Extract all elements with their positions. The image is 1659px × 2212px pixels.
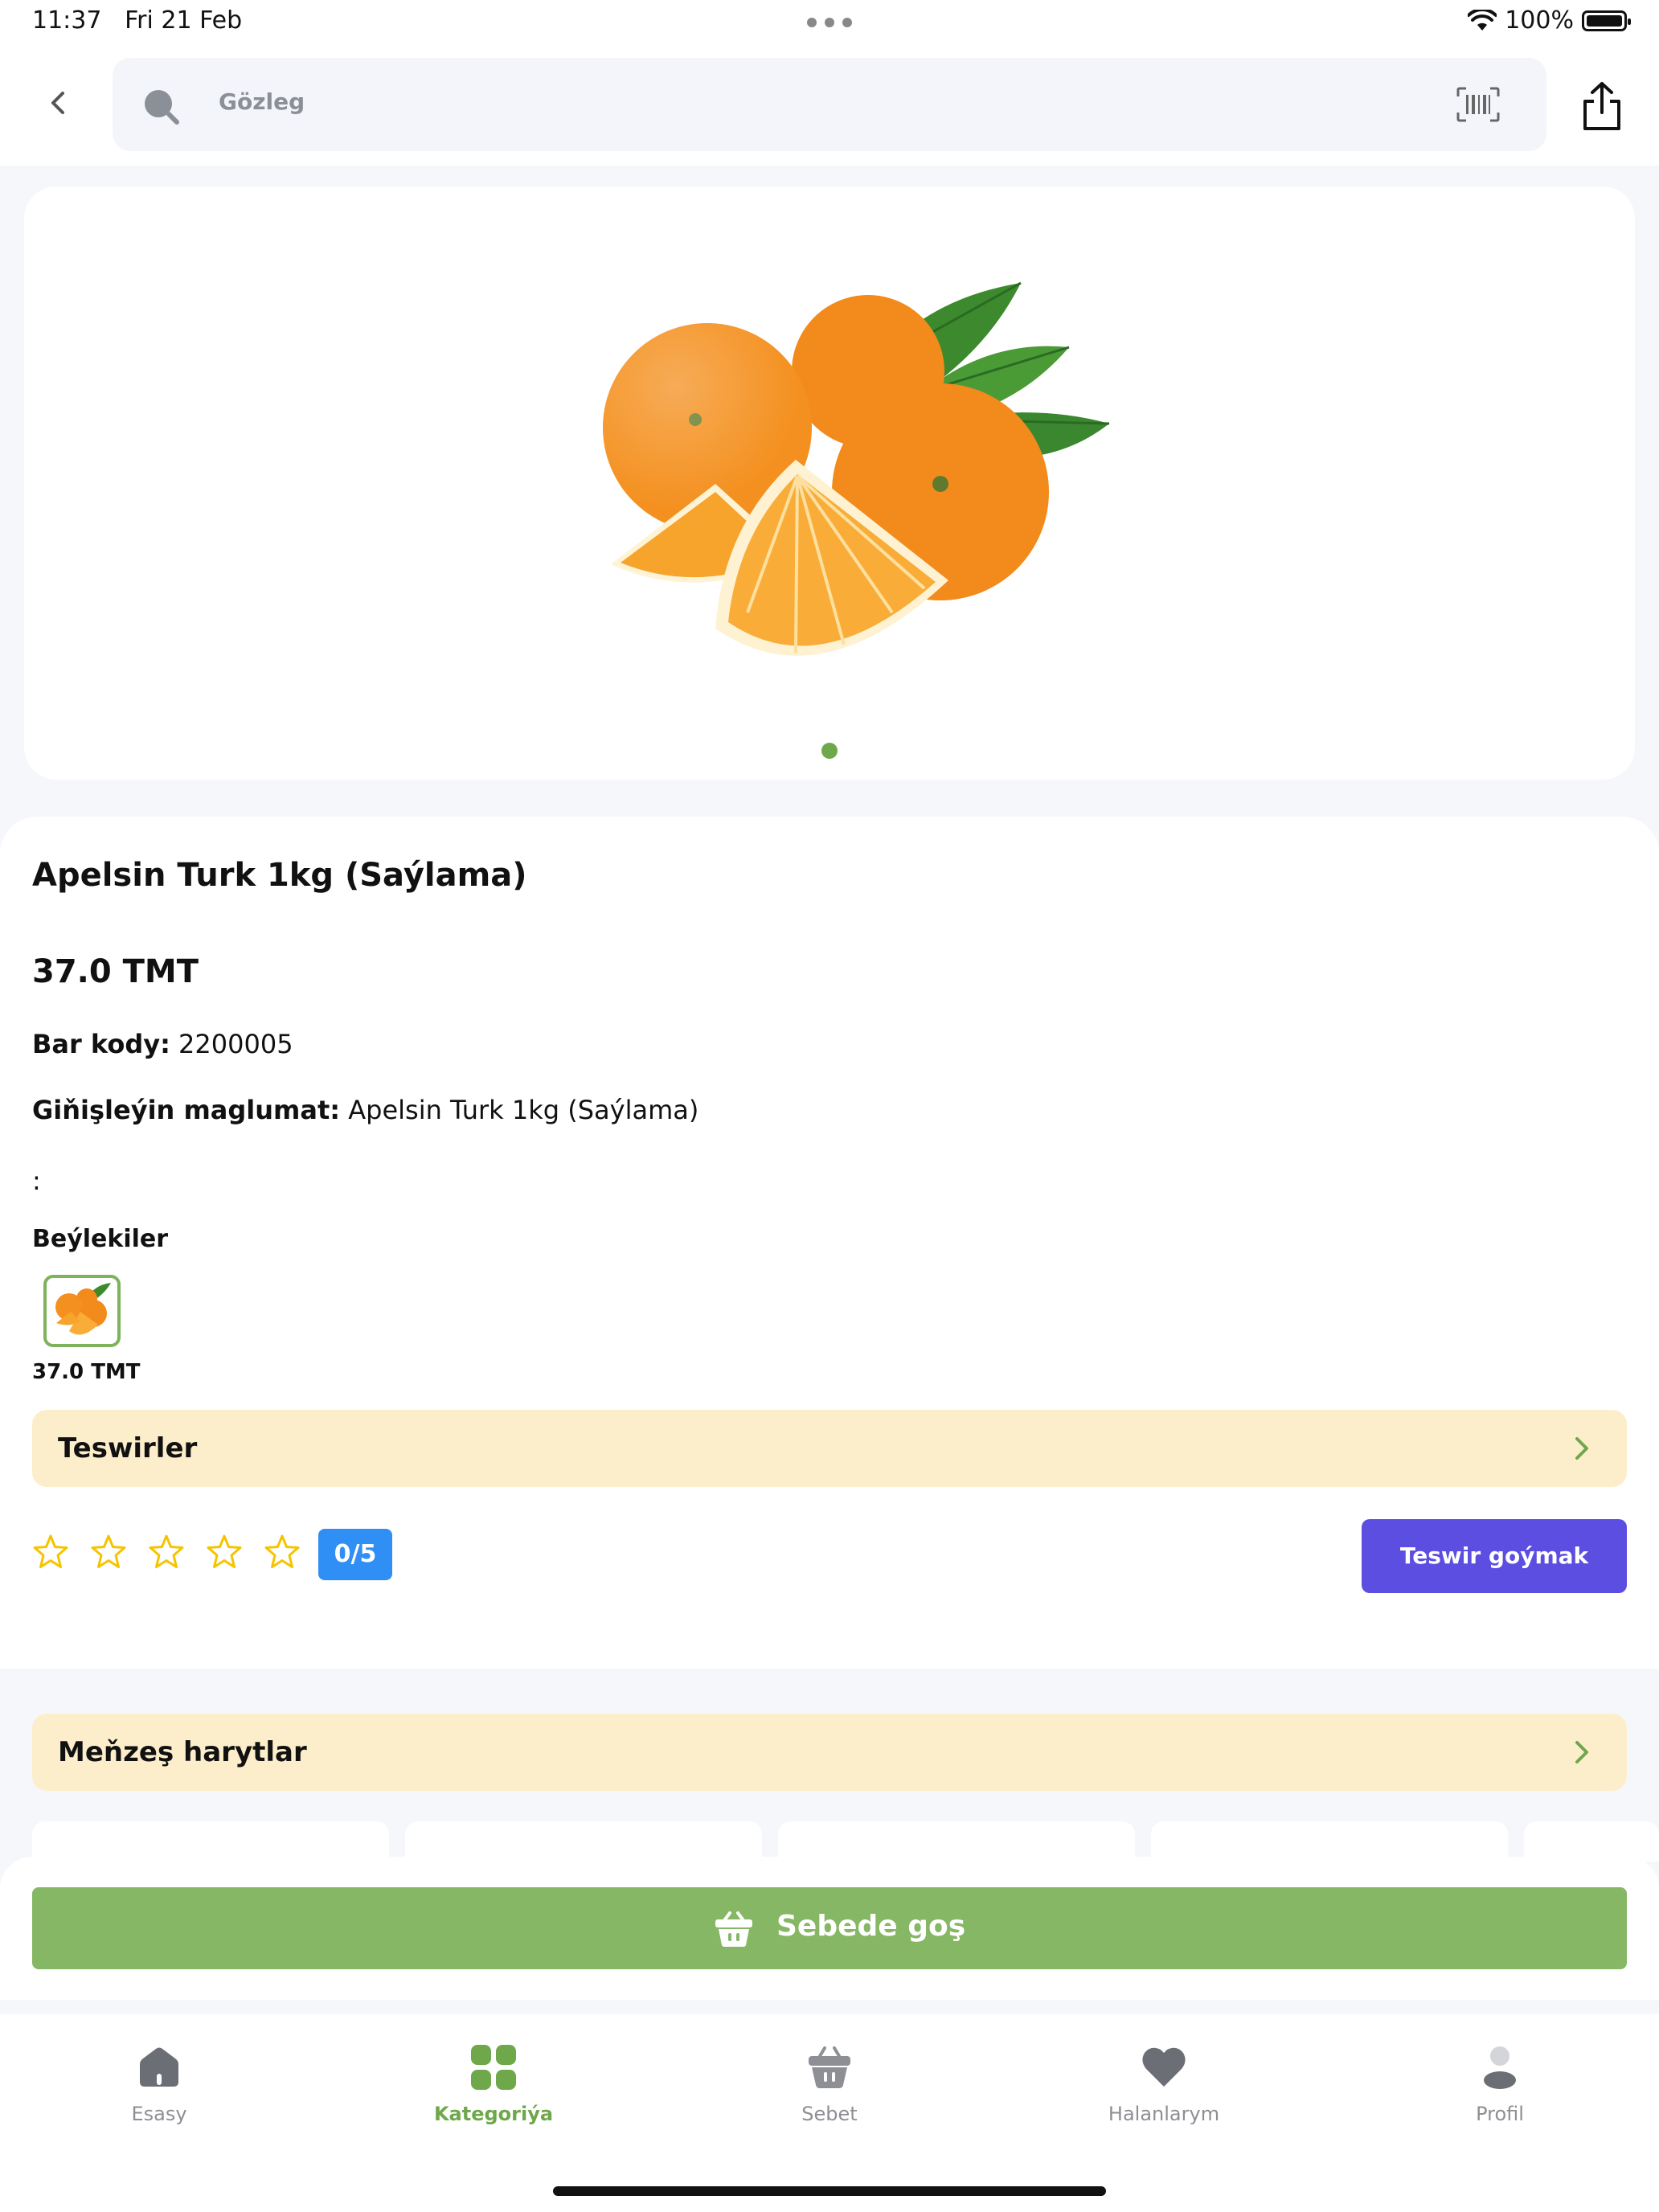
star-icon[interactable] xyxy=(206,1534,243,1571)
tab-profile-label: Profil xyxy=(1476,2103,1524,2125)
battery-percent: 100% xyxy=(1505,6,1574,35)
barcode-row: Bar kody: 2200005 xyxy=(32,1029,293,1059)
product-image xyxy=(603,281,1110,656)
tab-cart[interactable]: Sebet xyxy=(733,2043,926,2140)
barcode-label: Bar kody: xyxy=(32,1029,170,1059)
similar-section-bar[interactable]: Meňzeş harytlar xyxy=(32,1714,1627,1791)
bottom-tab-bar: Esasy Kategoriýa Sebet Halanlarym Profil xyxy=(0,2014,1659,2212)
profile-icon xyxy=(1484,2046,1516,2089)
search-bar[interactable]: Gözleg xyxy=(113,58,1546,151)
tab-category[interactable]: Kategoriýa xyxy=(397,2043,590,2140)
star-icon[interactable] xyxy=(32,1534,69,1571)
chevron-right-icon xyxy=(1575,1741,1588,1763)
search-input[interactable]: Gözleg xyxy=(219,88,305,115)
add-to-cart-button[interactable]: Sebede goş xyxy=(32,1887,1627,1969)
product-info-panel: Apelsin Turk 1kg (Saýlama) 37.0 TMT Bar … xyxy=(0,817,1659,1669)
variants-label: Beýlekiler xyxy=(32,1225,169,1253)
tab-home[interactable]: Esasy xyxy=(63,2043,256,2140)
details-label: Giňişleýin maglumat: xyxy=(32,1095,341,1125)
add-to-cart-panel: Sebede goş xyxy=(0,1857,1659,2000)
details-value: Apelsin Turk 1kg (Saýlama) xyxy=(348,1095,699,1125)
similar-product-card[interactable] xyxy=(1524,1821,1659,1862)
product-title: Apelsin Turk 1kg (Saýlama) xyxy=(32,857,527,894)
star-icon[interactable] xyxy=(90,1534,127,1571)
similar-product-card[interactable] xyxy=(32,1821,389,1862)
battery-icon xyxy=(1582,10,1631,31)
product-price: 37.0 TMT xyxy=(32,953,199,990)
add-review-button[interactable]: Teswir goýmak xyxy=(1362,1519,1627,1593)
heart-icon xyxy=(1142,2047,1186,2087)
details-row: Giňişleýin maglumat: Apelsin Turk 1kg (S… xyxy=(32,1095,698,1125)
header: Gözleg xyxy=(0,45,1659,166)
carousel-indicator[interactable] xyxy=(821,743,838,759)
variant-image xyxy=(55,1283,111,1335)
extra-text: : xyxy=(32,1165,41,1196)
tab-home-label: Esasy xyxy=(131,2103,187,2125)
barcode-value: 2200005 xyxy=(178,1029,293,1059)
add-to-cart-label: Sebede goş xyxy=(776,1910,966,1943)
wifi-icon xyxy=(1468,9,1497,31)
basket-icon xyxy=(809,2046,850,2088)
tab-favorites-label: Halanlarym xyxy=(1108,2103,1220,2125)
share-icon[interactable] xyxy=(1579,80,1625,132)
rating-stars[interactable] xyxy=(32,1534,301,1571)
similar-section-label: Meňzeş harytlar xyxy=(58,1736,307,1768)
grid-icon xyxy=(471,2045,516,2090)
back-icon[interactable] xyxy=(40,85,76,121)
product-image-carousel[interactable] xyxy=(24,186,1635,780)
multitasking-dots[interactable] xyxy=(807,18,852,27)
tab-profile[interactable]: Profil xyxy=(1403,2043,1596,2140)
tab-category-label: Kategoriýa xyxy=(433,2103,554,2125)
similar-product-card[interactable] xyxy=(405,1821,762,1862)
variant-thumbnail[interactable] xyxy=(43,1275,121,1347)
similar-products-list[interactable] xyxy=(32,1821,1659,1862)
similar-products-section: Meňzeş harytlar xyxy=(0,1669,1659,1862)
home-icon xyxy=(140,2047,178,2087)
reviews-section-label: Teswirler xyxy=(58,1432,198,1464)
tab-cart-label: Sebet xyxy=(801,2103,858,2125)
rating-badge: 0/5 xyxy=(318,1529,392,1580)
barcode-scan-icon[interactable] xyxy=(1456,87,1500,122)
variant-price: 37.0 TMT xyxy=(32,1360,141,1384)
tab-favorites[interactable]: Halanlarym xyxy=(1067,2043,1260,2140)
similar-product-card[interactable] xyxy=(1151,1821,1508,1862)
search-icon xyxy=(145,90,179,125)
reviews-section-bar[interactable]: Teswirler xyxy=(32,1410,1627,1487)
home-indicator[interactable] xyxy=(553,2186,1106,2196)
basket-icon xyxy=(715,1911,752,1947)
star-icon[interactable] xyxy=(264,1534,301,1571)
chevron-right-icon xyxy=(1575,1437,1588,1460)
status-right: 100% xyxy=(1468,6,1631,35)
status-time: 11:37 Fri 21 Feb xyxy=(32,6,243,35)
star-icon[interactable] xyxy=(148,1534,185,1571)
status-bar: 11:37 Fri 21 Feb 100% xyxy=(0,0,1659,45)
similar-product-card[interactable] xyxy=(778,1821,1135,1862)
